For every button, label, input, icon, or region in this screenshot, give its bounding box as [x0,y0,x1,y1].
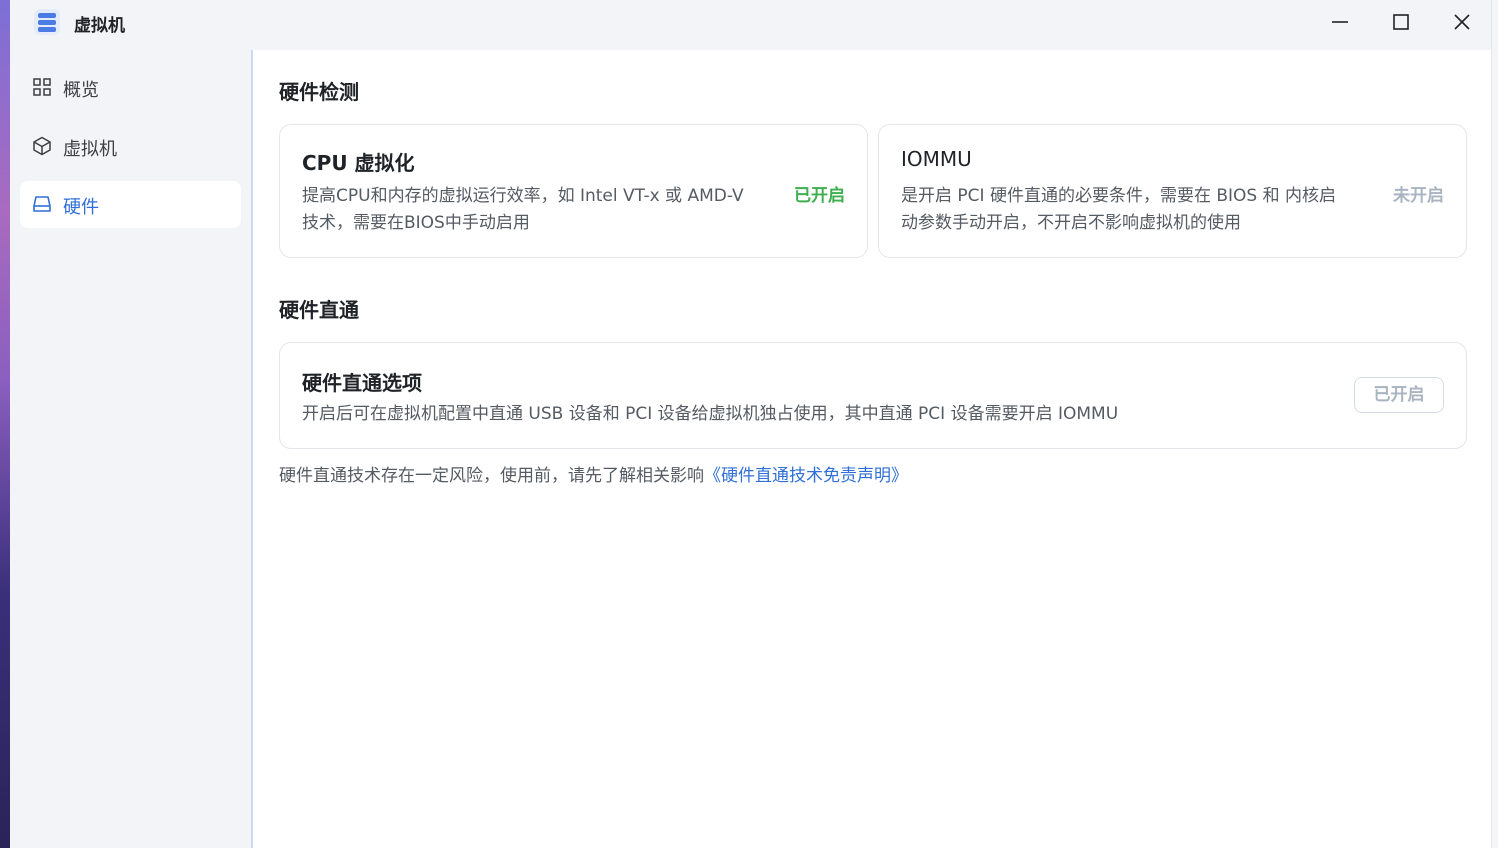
maximize-icon [1393,14,1409,30]
sidebar-item-overview[interactable]: 概览 [20,64,241,111]
grid-icon [33,78,51,96]
app-window: 虚拟机 概览 虚拟机 硬件 硬件检测 CPU 虚拟化 提高CPU和内存的虚拟运行… [10,0,1492,848]
sidebar-item-label: 概览 [63,80,99,101]
card-description-line: 技术，需要在BIOS中手动启用 [302,213,530,233]
iommu-card: IOMMU 是开启 PCI 硬件直通的必要条件，需要在 BIOS 和 内核启 动… [878,124,1467,258]
card-title: IOMMU [901,147,972,171]
cpu-status-badge: 已开启 [794,186,845,206]
sidebar-item-vms[interactable]: 虚拟机 [20,123,241,170]
cube-icon [33,136,51,156]
window-title: 虚拟机 [74,16,125,36]
card-description: 开启后可在虚拟机配置中直通 USB 设备和 PCI 设备给虚拟机独占使用，其中直… [302,404,1119,424]
sidebar-item-hardware[interactable]: 硬件 [20,181,241,228]
sidebar-item-label: 虚拟机 [63,139,117,160]
risk-note-text: 硬件直通技术存在一定风险，使用前，请先了解相关影响 [279,466,704,486]
card-description: 是开启 PCI 硬件直通的必要条件，需要在 BIOS 和 内核启 动参数手动开启… [901,183,1336,237]
card-title: 硬件直通选项 [302,371,422,395]
close-icon [1454,14,1470,30]
card-title: CPU 虚拟化 [302,151,415,175]
close-button[interactable] [1444,7,1480,37]
cpu-virtualization-card: CPU 虚拟化 提高CPU和内存的虚拟运行效率，如 Intel VT-x 或 A… [279,124,868,258]
disclaimer-link[interactable]: 《硬件直通技术免责声明》 [704,466,908,486]
risk-note: 硬件直通技术存在一定风险，使用前，请先了解相关影响《硬件直通技术免责声明》 [279,461,908,486]
section-title-hardware-detection: 硬件检测 [279,80,359,104]
main-content: 硬件检测 CPU 虚拟化 提高CPU和内存的虚拟运行效率，如 Intel VT-… [253,50,1492,848]
section-title-passthrough: 硬件直通 [279,298,359,322]
minimize-icon [1332,21,1348,23]
iommu-status-badge: 未开启 [1393,186,1444,206]
maximize-button[interactable] [1383,7,1419,37]
desktop-background-strip-right [1491,0,1498,848]
title-bar: 虚拟机 [10,0,1492,50]
card-description-line: 提高CPU和内存的虚拟运行效率，如 Intel VT-x 或 AMD-V [302,186,744,206]
card-description: 提高CPU和内存的虚拟运行效率，如 Intel VT-x 或 AMD-V 技术，… [302,183,744,237]
desktop-background-strip [0,0,10,848]
passthrough-enabled-button[interactable]: 已开启 [1354,377,1444,413]
drive-icon [33,196,51,212]
minimize-button[interactable] [1322,7,1358,37]
vm-app-icon [34,9,60,35]
card-description-line: 是开启 PCI 硬件直通的必要条件，需要在 BIOS 和 内核启 [901,186,1337,206]
card-description-line: 动参数手动开启，不开启不影响虚拟机的使用 [901,213,1241,233]
sidebar-item-label: 硬件 [63,197,99,218]
sidebar: 概览 虚拟机 硬件 [10,50,253,848]
passthrough-option-card: 硬件直通选项 开启后可在虚拟机配置中直通 USB 设备和 PCI 设备给虚拟机独… [279,342,1467,449]
